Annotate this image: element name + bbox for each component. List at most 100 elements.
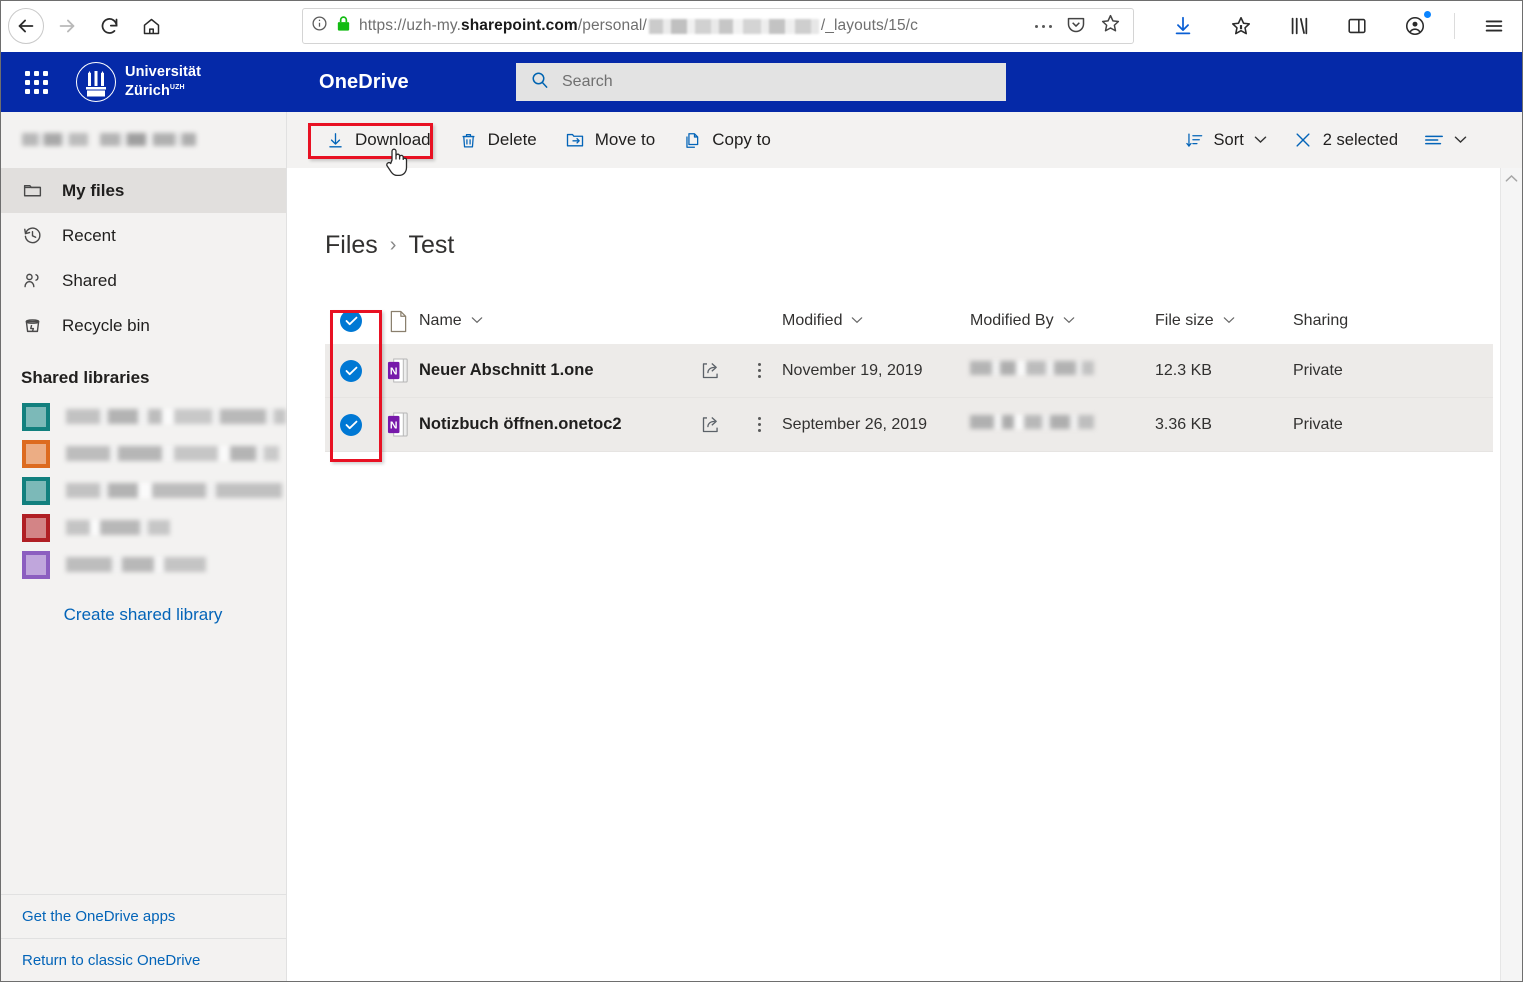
list-item[interactable]	[0, 472, 286, 509]
table-row[interactable]: N Neuer Abschnitt 1.one November 19, 201…	[325, 344, 1493, 398]
back-button[interactable]	[8, 8, 44, 44]
uzh-seal-icon	[76, 62, 116, 102]
library-name-redacted	[66, 446, 279, 461]
browser-toolbar: https://uzh-my. sharepoint.com/personal//…	[0, 0, 1523, 52]
trash-bin-icon	[21, 315, 43, 336]
toolbar-divider	[1454, 13, 1455, 39]
selection-count-button[interactable]: 2 selected	[1281, 120, 1410, 160]
file-name[interactable]: Neuer Abschnitt 1.one	[419, 361, 594, 380]
list-item[interactable]	[0, 509, 286, 546]
delete-button[interactable]: Delete	[447, 120, 549, 160]
cell-sharing: Private	[1293, 415, 1343, 433]
move-to-label: Move to	[594, 130, 656, 149]
delete-label: Delete	[487, 130, 537, 149]
column-header-modified[interactable]: Modified	[782, 312, 970, 330]
copy-icon	[683, 131, 702, 150]
home-button[interactable]	[132, 7, 170, 45]
forward-button[interactable]	[48, 7, 86, 45]
get-onedrive-apps-link[interactable]: Get the OneDrive apps	[0, 895, 287, 938]
reload-button[interactable]	[90, 7, 128, 45]
download-button[interactable]: Download	[314, 120, 443, 160]
page-actions-icon[interactable]	[1035, 24, 1052, 28]
column-header-sharing[interactable]: Sharing	[1293, 312, 1413, 330]
sidebar-item-shared[interactable]: Shared	[0, 258, 286, 303]
browser-window: https://uzh-my. sharepoint.com/personal//…	[0, 0, 1523, 982]
library-name-redacted	[66, 483, 282, 498]
select-all-checkbox[interactable]	[325, 310, 377, 332]
shared-libraries-heading: Shared libraries	[21, 368, 150, 387]
download-icon	[326, 131, 345, 150]
address-bar[interactable]: https://uzh-my. sharepoint.com/personal//…	[302, 8, 1134, 44]
org-name: Universität ZürichUZH	[125, 64, 202, 99]
menu-icon[interactable]	[1475, 7, 1513, 45]
move-folder-icon	[565, 130, 585, 150]
file-type-column-icon[interactable]	[377, 310, 419, 333]
search-placeholder: Search	[562, 73, 613, 90]
sidebar-item-label: Shared	[62, 270, 117, 290]
more-actions-icon[interactable]	[736, 417, 782, 432]
chevron-down-icon	[1254, 133, 1267, 147]
breadcrumb-separator: ›	[389, 234, 397, 256]
pocket-icon[interactable]	[1066, 14, 1086, 39]
library-thumbnail	[22, 402, 50, 431]
chevron-down-icon	[1223, 315, 1235, 327]
site-info-icon[interactable]	[311, 15, 328, 37]
save-to-pocket-star-icon[interactable]	[1222, 7, 1260, 45]
return-to-classic-onedrive-link[interactable]: Return to classic OneDrive	[0, 939, 287, 982]
sidebar-item-recycle-bin[interactable]: Recycle bin	[0, 303, 286, 348]
org-logo[interactable]: Universität ZürichUZH	[76, 62, 201, 102]
cell-modified-by-redacted	[970, 415, 1155, 434]
vertical-scrollbar[interactable]	[1500, 168, 1522, 982]
lock-icon	[336, 15, 351, 37]
cell-modified-by-redacted	[970, 361, 1155, 380]
sidebar-footer: Get the OneDrive apps Return to classic …	[0, 894, 287, 982]
account-icon[interactable]	[1396, 7, 1434, 45]
sidebar-item-label: My files	[62, 180, 125, 200]
checkmark-icon	[340, 310, 362, 332]
column-header-name[interactable]: Name	[419, 312, 684, 330]
command-bar: Download Delete Move to Copy to Sort 2 s…	[287, 112, 1523, 168]
list-item[interactable]	[0, 435, 286, 472]
search-box[interactable]: Search	[516, 63, 1006, 101]
sidebar-nav: My files Recent Shared Recycle bin	[0, 168, 286, 348]
view-options-button[interactable]	[1412, 120, 1479, 160]
list-item[interactable]	[0, 546, 286, 583]
scroll-up-arrow-icon[interactable]	[1501, 168, 1522, 183]
share-icon[interactable]	[684, 414, 736, 435]
downloads-icon[interactable]	[1164, 7, 1202, 45]
column-header-modified-by[interactable]: Modified By	[970, 312, 1155, 330]
app-title[interactable]: OneDrive	[319, 71, 409, 94]
sidebar-item-label: Recent	[62, 225, 116, 245]
library-name-redacted	[66, 557, 206, 572]
search-icon	[530, 70, 550, 95]
user-name-redacted	[0, 112, 286, 166]
sidebar-item-my-files[interactable]: My files	[0, 168, 286, 213]
library-name-redacted	[66, 520, 170, 535]
sidebar-item-label: Recycle bin	[62, 315, 150, 335]
sort-button[interactable]: Sort	[1173, 120, 1279, 160]
create-shared-library-link[interactable]: Create shared library	[0, 605, 286, 625]
row-checkbox[interactable]	[325, 359, 377, 382]
bookmark-star-icon[interactable]	[1100, 13, 1121, 39]
sidebar-item-recent[interactable]: Recent	[0, 213, 286, 258]
table-row[interactable]: N Notizbuch öffnen.onetoc2 September 26,…	[325, 398, 1493, 452]
breadcrumb-item-files[interactable]: Files	[325, 231, 378, 260]
row-checkbox[interactable]	[325, 413, 377, 436]
library-icon[interactable]	[1280, 7, 1318, 45]
move-to-button[interactable]: Move to	[553, 120, 667, 160]
copy-to-button[interactable]: Copy to	[671, 120, 783, 160]
list-item[interactable]	[0, 398, 286, 435]
file-name[interactable]: Notizbuch öffnen.onetoc2	[419, 415, 622, 434]
selected-count-label: 2 selected	[1322, 130, 1398, 149]
app-launcher-button[interactable]	[12, 70, 60, 94]
file-list: Name Modified Modified By File size Shar…	[287, 298, 1523, 452]
onenote-icon: N	[377, 358, 419, 383]
copy-to-label: Copy to	[712, 130, 771, 149]
more-actions-icon[interactable]	[736, 363, 782, 378]
navigation-buttons	[0, 7, 170, 45]
chevron-down-icon	[471, 315, 483, 327]
column-header-file-size[interactable]: File size	[1155, 312, 1293, 330]
sidebar-icon[interactable]	[1338, 7, 1376, 45]
library-name-redacted	[66, 409, 286, 424]
share-icon[interactable]	[684, 360, 736, 381]
